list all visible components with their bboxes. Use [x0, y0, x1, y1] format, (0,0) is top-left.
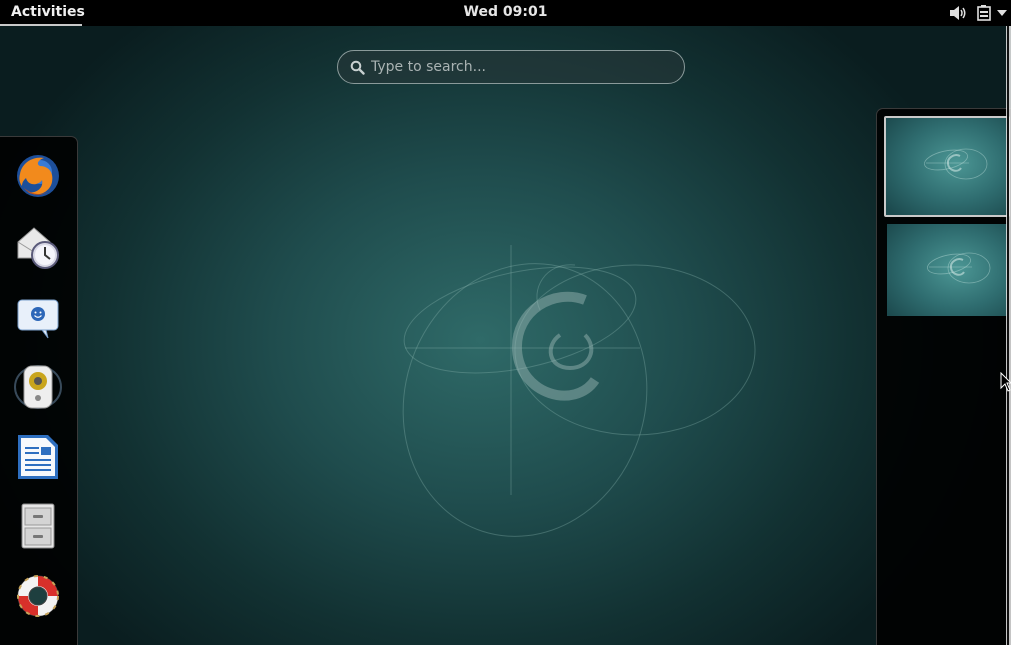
mail-clock-icon: [17, 227, 59, 269]
dash-item-writer[interactable]: [14, 433, 62, 481]
search-icon: [350, 60, 365, 75]
dash-item-firefox[interactable]: [14, 152, 62, 200]
system-menu-button[interactable]: [977, 0, 1007, 26]
dash-item-files[interactable]: [14, 502, 62, 550]
clock-button[interactable]: Wed 09:01: [464, 4, 548, 20]
firefox-icon: [17, 155, 59, 197]
debian-swirl-thumbnail: [923, 148, 988, 180]
speaker-icon: [14, 365, 62, 409]
workspace-thumbnail-2[interactable]: [887, 224, 1009, 316]
chevron-down-icon: [997, 10, 1007, 16]
debian-swirl-wallpaper: [402, 245, 756, 537]
document-icon: [18, 435, 58, 479]
chat-bubble-icon: [17, 299, 59, 339]
screen-edge-inner: [1007, 26, 1009, 645]
top-bar: Activities Wed 09:01: [0, 0, 1011, 26]
activities-button[interactable]: Activities: [0, 0, 85, 26]
speaker-volume-icon: [950, 6, 966, 20]
dash-item-help[interactable]: [14, 572, 62, 620]
debian-swirl-thumbnail: [926, 252, 991, 284]
lifebuoy-icon: [17, 575, 59, 617]
dash-item-rhythmbox[interactable]: [14, 363, 62, 411]
battery-icon: [977, 5, 991, 21]
status-area: [949, 0, 1007, 26]
mouse-pointer-icon: [1000, 372, 1011, 392]
clock: Wed 09:01: [0, 0, 1011, 25]
workspace-thumbnail-1[interactable]: [884, 116, 1010, 217]
search-input[interactable]: [371, 59, 671, 75]
dash: [0, 136, 78, 645]
desktop-overview: Activities Wed 09:01: [0, 0, 1011, 645]
search-bar[interactable]: [337, 50, 685, 84]
dash-item-empathy[interactable]: [14, 294, 62, 342]
volume-button[interactable]: [949, 0, 967, 26]
file-cabinet-icon: [21, 503, 55, 549]
dash-item-evolution[interactable]: [14, 224, 62, 272]
